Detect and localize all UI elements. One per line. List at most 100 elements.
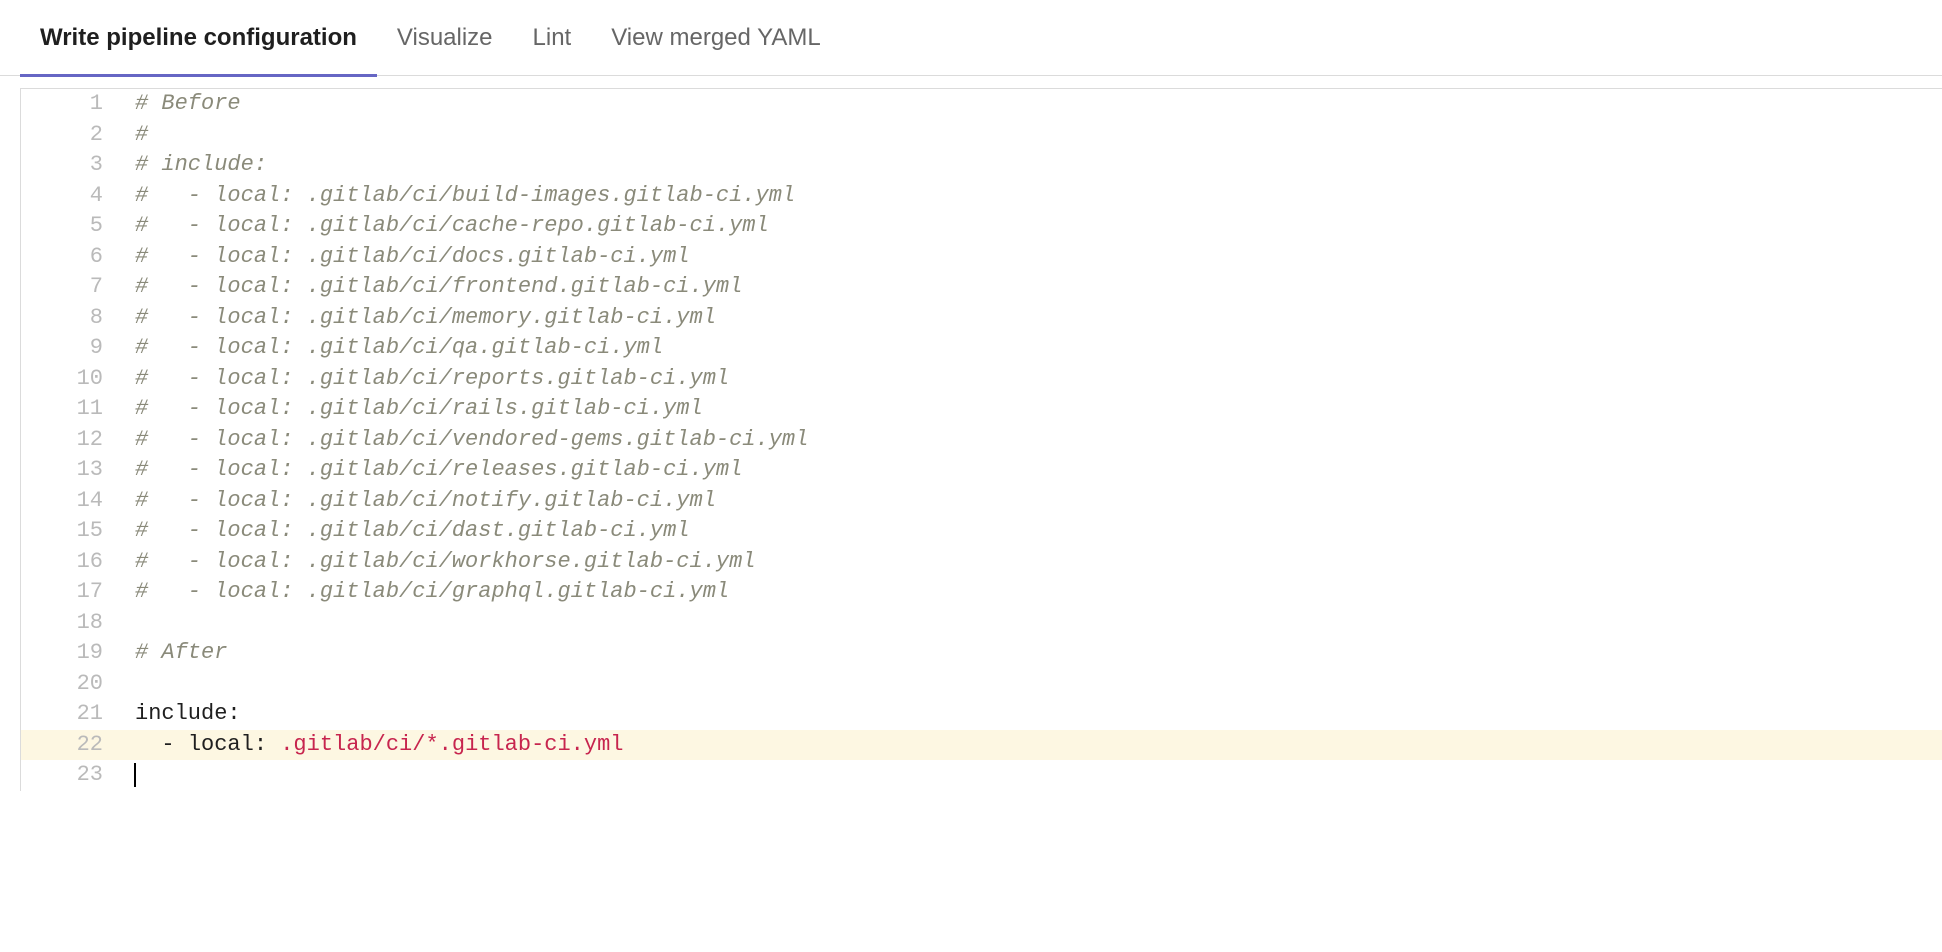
code-content[interactable]: # bbox=[131, 120, 1942, 151]
code-content[interactable]: # - local: .gitlab/ci/frontend.gitlab-ci… bbox=[131, 272, 1942, 303]
code-line[interactable]: 15# - local: .gitlab/ci/dast.gitlab-ci.y… bbox=[21, 516, 1942, 547]
line-number: 21 bbox=[21, 699, 131, 730]
code-line[interactable]: 23 bbox=[21, 760, 1942, 791]
code-line[interactable]: 6# - local: .gitlab/ci/docs.gitlab-ci.ym… bbox=[21, 242, 1942, 273]
editor-tabs: Write pipeline configurationVisualizeLin… bbox=[0, 0, 1942, 76]
line-number: 17 bbox=[21, 577, 131, 608]
comment-token: # - local: .gitlab/ci/memory.gitlab-ci.y… bbox=[135, 305, 716, 330]
code-line[interactable]: 16# - local: .gitlab/ci/workhorse.gitlab… bbox=[21, 547, 1942, 578]
line-number: 4 bbox=[21, 181, 131, 212]
code-line[interactable]: 11# - local: .gitlab/ci/rails.gitlab-ci.… bbox=[21, 394, 1942, 425]
line-number: 5 bbox=[21, 211, 131, 242]
code-line[interactable]: 14# - local: .gitlab/ci/notify.gitlab-ci… bbox=[21, 486, 1942, 517]
comment-token: # - local: .gitlab/ci/workhorse.gitlab-c… bbox=[135, 549, 756, 574]
code-content[interactable]: # - local: .gitlab/ci/build-images.gitla… bbox=[131, 181, 1942, 212]
code-line[interactable]: 8# - local: .gitlab/ci/memory.gitlab-ci.… bbox=[21, 303, 1942, 334]
line-number: 22 bbox=[21, 730, 131, 761]
comment-token: # - local: .gitlab/ci/cache-repo.gitlab-… bbox=[135, 213, 769, 238]
line-number: 9 bbox=[21, 333, 131, 364]
line-number: 12 bbox=[21, 425, 131, 456]
comment-token: # - local: .gitlab/ci/docs.gitlab-ci.yml bbox=[135, 244, 690, 269]
code-content[interactable]: - local: .gitlab/ci/*.gitlab-ci.yml bbox=[131, 730, 1942, 761]
code-content[interactable]: # - local: .gitlab/ci/rails.gitlab-ci.ym… bbox=[131, 394, 1942, 425]
comment-token: # - local: .gitlab/ci/vendored-gems.gitl… bbox=[135, 427, 808, 452]
comment-token: # include: bbox=[135, 152, 267, 177]
line-number: 18 bbox=[21, 608, 131, 639]
code-content[interactable] bbox=[131, 669, 1942, 700]
yaml-value: .gitlab/ci/*.gitlab-ci.yml bbox=[280, 732, 623, 757]
code-line[interactable]: 1# Before bbox=[21, 89, 1942, 120]
line-number: 7 bbox=[21, 272, 131, 303]
code-content[interactable]: # - local: .gitlab/ci/notify.gitlab-ci.y… bbox=[131, 486, 1942, 517]
code-content[interactable]: # - local: .gitlab/ci/graphql.gitlab-ci.… bbox=[131, 577, 1942, 608]
code-line[interactable]: 18 bbox=[21, 608, 1942, 639]
yaml-key: local bbox=[188, 732, 254, 757]
tab-lint[interactable]: Lint bbox=[513, 0, 592, 76]
code-line[interactable]: 19# After bbox=[21, 638, 1942, 669]
tab-write-pipeline-configuration[interactable]: Write pipeline configuration bbox=[20, 0, 377, 76]
comment-token: # - local: .gitlab/ci/build-images.gitla… bbox=[135, 183, 795, 208]
code-content[interactable]: # include: bbox=[131, 150, 1942, 181]
code-line[interactable]: 13# - local: .gitlab/ci/releases.gitlab-… bbox=[21, 455, 1942, 486]
code-line[interactable]: 10# - local: .gitlab/ci/reports.gitlab-c… bbox=[21, 364, 1942, 395]
code-content[interactable]: # - local: .gitlab/ci/qa.gitlab-ci.yml bbox=[131, 333, 1942, 364]
line-number: 8 bbox=[21, 303, 131, 334]
code-content[interactable]: # Before bbox=[131, 89, 1942, 120]
code-content[interactable]: include: bbox=[131, 699, 1942, 730]
line-number: 13 bbox=[21, 455, 131, 486]
yaml-key: include bbox=[135, 701, 227, 726]
code-content[interactable]: # After bbox=[131, 638, 1942, 669]
line-number: 23 bbox=[21, 760, 131, 791]
line-number: 19 bbox=[21, 638, 131, 669]
code-line[interactable]: 22 - local: .gitlab/ci/*.gitlab-ci.yml bbox=[21, 730, 1942, 761]
code-line[interactable]: 2# bbox=[21, 120, 1942, 151]
line-number: 2 bbox=[21, 120, 131, 151]
code-content[interactable] bbox=[131, 760, 1942, 791]
comment-token: # Before bbox=[135, 91, 241, 116]
tab-visualize[interactable]: Visualize bbox=[377, 0, 513, 76]
yaml-colon: : bbox=[254, 732, 280, 757]
text-cursor bbox=[134, 763, 136, 787]
line-number: 1 bbox=[21, 89, 131, 120]
code-line[interactable]: 12# - local: .gitlab/ci/vendored-gems.gi… bbox=[21, 425, 1942, 456]
comment-token: # - local: .gitlab/ci/qa.gitlab-ci.yml bbox=[135, 335, 663, 360]
code-content[interactable] bbox=[131, 608, 1942, 639]
code-content[interactable]: # - local: .gitlab/ci/vendored-gems.gitl… bbox=[131, 425, 1942, 456]
code-content[interactable]: # - local: .gitlab/ci/cache-repo.gitlab-… bbox=[131, 211, 1942, 242]
comment-token: # bbox=[135, 122, 148, 147]
comment-token: # - local: .gitlab/ci/dast.gitlab-ci.yml bbox=[135, 518, 690, 543]
comment-token: # - local: .gitlab/ci/reports.gitlab-ci.… bbox=[135, 366, 729, 391]
code-line[interactable]: 21include: bbox=[21, 699, 1942, 730]
line-number: 20 bbox=[21, 669, 131, 700]
comment-token: # - local: .gitlab/ci/frontend.gitlab-ci… bbox=[135, 274, 742, 299]
code-line[interactable]: 7# - local: .gitlab/ci/frontend.gitlab-c… bbox=[21, 272, 1942, 303]
code-line[interactable]: 17# - local: .gitlab/ci/graphql.gitlab-c… bbox=[21, 577, 1942, 608]
code-editor[interactable]: 1# Before2#3# include:4# - local: .gitla… bbox=[20, 88, 1942, 791]
yaml-list-dash: - bbox=[135, 732, 188, 757]
comment-token: # - local: .gitlab/ci/releases.gitlab-ci… bbox=[135, 457, 742, 482]
code-content[interactable]: # - local: .gitlab/ci/docs.gitlab-ci.yml bbox=[131, 242, 1942, 273]
code-line[interactable]: 9# - local: .gitlab/ci/qa.gitlab-ci.yml bbox=[21, 333, 1942, 364]
comment-token: # - local: .gitlab/ci/rails.gitlab-ci.ym… bbox=[135, 396, 703, 421]
code-line[interactable]: 3# include: bbox=[21, 150, 1942, 181]
code-line[interactable]: 5# - local: .gitlab/ci/cache-repo.gitlab… bbox=[21, 211, 1942, 242]
comment-token: # After bbox=[135, 640, 227, 665]
line-number: 16 bbox=[21, 547, 131, 578]
code-content[interactable]: # - local: .gitlab/ci/dast.gitlab-ci.yml bbox=[131, 516, 1942, 547]
code-content[interactable]: # - local: .gitlab/ci/releases.gitlab-ci… bbox=[131, 455, 1942, 486]
code-content[interactable]: # - local: .gitlab/ci/reports.gitlab-ci.… bbox=[131, 364, 1942, 395]
line-number: 3 bbox=[21, 150, 131, 181]
line-number: 15 bbox=[21, 516, 131, 547]
comment-token: # - local: .gitlab/ci/notify.gitlab-ci.y… bbox=[135, 488, 716, 513]
comment-token: # - local: .gitlab/ci/graphql.gitlab-ci.… bbox=[135, 579, 729, 604]
line-number: 11 bbox=[21, 394, 131, 425]
code-content[interactable]: # - local: .gitlab/ci/memory.gitlab-ci.y… bbox=[131, 303, 1942, 334]
line-number: 14 bbox=[21, 486, 131, 517]
code-content[interactable]: # - local: .gitlab/ci/workhorse.gitlab-c… bbox=[131, 547, 1942, 578]
code-line[interactable]: 20 bbox=[21, 669, 1942, 700]
line-number: 6 bbox=[21, 242, 131, 273]
yaml-colon: : bbox=[227, 701, 240, 726]
line-number: 10 bbox=[21, 364, 131, 395]
code-line[interactable]: 4# - local: .gitlab/ci/build-images.gitl… bbox=[21, 181, 1942, 212]
tab-view-merged-yaml[interactable]: View merged YAML bbox=[591, 0, 840, 76]
